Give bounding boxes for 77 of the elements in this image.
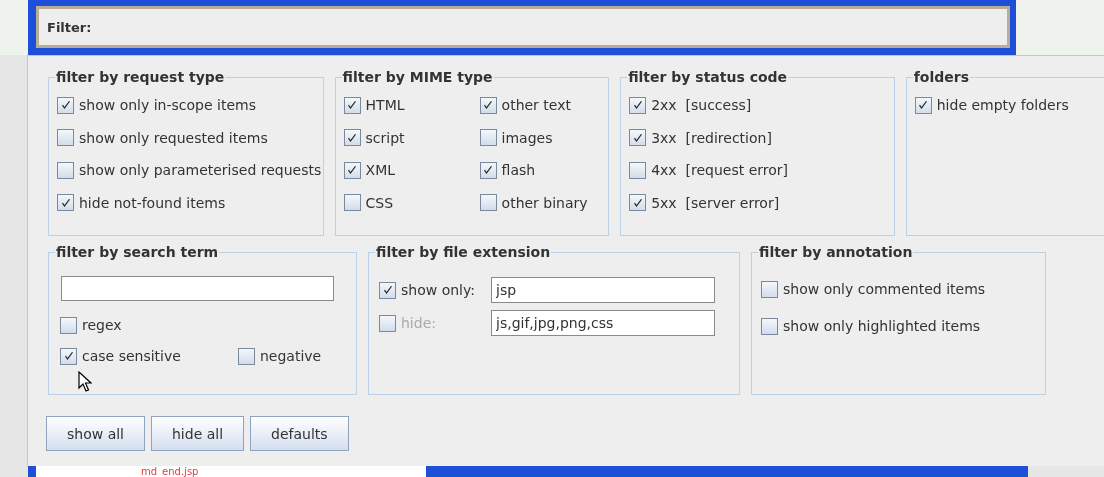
checkbox-label[interactable]: 3xx [redirection] [651,129,772,146]
checkbox-label[interactable]: 4xx [request error] [651,162,789,178]
check-icon [59,99,72,111]
checkbox-label[interactable]: XML [365,162,396,178]
extension-field[interactable]: js,gif,jpg,png,css [491,310,715,336]
checkbox[interactable] [57,129,74,146]
check-icon [482,164,495,176]
check-icon [917,99,930,111]
checkbox[interactable] [57,161,74,179]
checkbox-label[interactable]: case sensitive [82,348,181,364]
group-title: filter by status code [627,69,789,85]
checkbox-label[interactable]: 5xx [server error] [651,194,780,211]
check-icon [631,196,644,209]
checkbox-label[interactable]: HTML [365,97,405,113]
checkbox[interactable] [629,194,647,211]
checkbox-label[interactable]: script [365,129,405,146]
check-icon [62,350,75,362]
checkbox-label[interactable]: flash [501,162,536,178]
group-title: filter by file extension [375,244,552,260]
checkbox[interactable] [479,194,497,211]
check-icon [482,99,495,111]
filter-button[interactable]: show all [46,416,145,451]
checkbox[interactable] [761,317,778,335]
filter-label: Filter: [47,20,92,35]
group-title: filter by annotation [758,244,914,260]
checkbox-label[interactable]: other text [501,97,571,113]
checkbox-label[interactable]: regex [82,317,122,333]
checkbox-label[interactable]: show only in-scope items [79,97,256,113]
checkbox[interactable] [343,194,361,211]
checkbox-label[interactable]: other binary [501,194,588,211]
checkbox[interactable] [343,96,361,114]
check-icon [346,99,359,111]
checkbox[interactable] [60,316,77,334]
checkbox[interactable] [57,96,74,114]
check-icon [381,284,394,296]
checkbox[interactable] [479,129,497,146]
checkbox-label[interactable]: show only requested items [79,129,268,146]
checkbox[interactable] [629,129,647,146]
filter-bar[interactable]: Filter: [36,6,1010,48]
group-title: folders [912,69,970,85]
checkbox[interactable] [479,96,497,114]
checkbox-label[interactable]: show only: [401,282,475,298]
checkbox-label[interactable]: hide empty folders [936,97,1069,113]
checkbox[interactable] [343,161,361,179]
checkbox[interactable] [57,194,74,211]
group-title: filter by MIME type [341,69,494,85]
checkbox[interactable] [379,314,396,332]
mouse-pointer-icon [78,371,92,393]
checkbox[interactable] [479,161,497,179]
check-icon [631,99,644,111]
checkbox-label[interactable]: show only commented items [783,281,986,297]
checkbox[interactable] [379,281,396,299]
checkbox-label[interactable]: show only parameterised requests [79,162,322,178]
extension-field[interactable]: jsp [491,277,715,303]
checkbox-label[interactable]: images [501,129,553,146]
check-icon [346,131,359,144]
checkbox[interactable] [761,280,778,298]
checkbox-label[interactable]: hide not-found items [79,194,226,211]
checkbox-label[interactable]: CSS [365,194,394,211]
checkbox[interactable] [343,129,361,146]
check-icon [631,131,644,144]
checkbox[interactable] [629,161,647,179]
checkbox[interactable] [914,96,932,114]
group-title: filter by search term [55,244,220,260]
checkbox-label[interactable]: show only highlighted items [783,318,981,334]
tree-item[interactable]: md_end.jsp [141,466,199,477]
checkbox-label[interactable]: negative [260,348,322,364]
checkbox-label[interactable]: 2xx [success] [651,97,752,113]
group-title: filter by request type [55,69,226,85]
checkbox[interactable] [629,96,647,114]
checkbox[interactable] [60,347,77,365]
search-field[interactable] [61,276,334,301]
checkbox[interactable] [238,347,255,365]
filter-button[interactable]: hide all [151,416,245,451]
filter-button[interactable]: defaults [250,416,349,451]
check-icon [346,164,359,176]
check-icon [59,196,72,209]
